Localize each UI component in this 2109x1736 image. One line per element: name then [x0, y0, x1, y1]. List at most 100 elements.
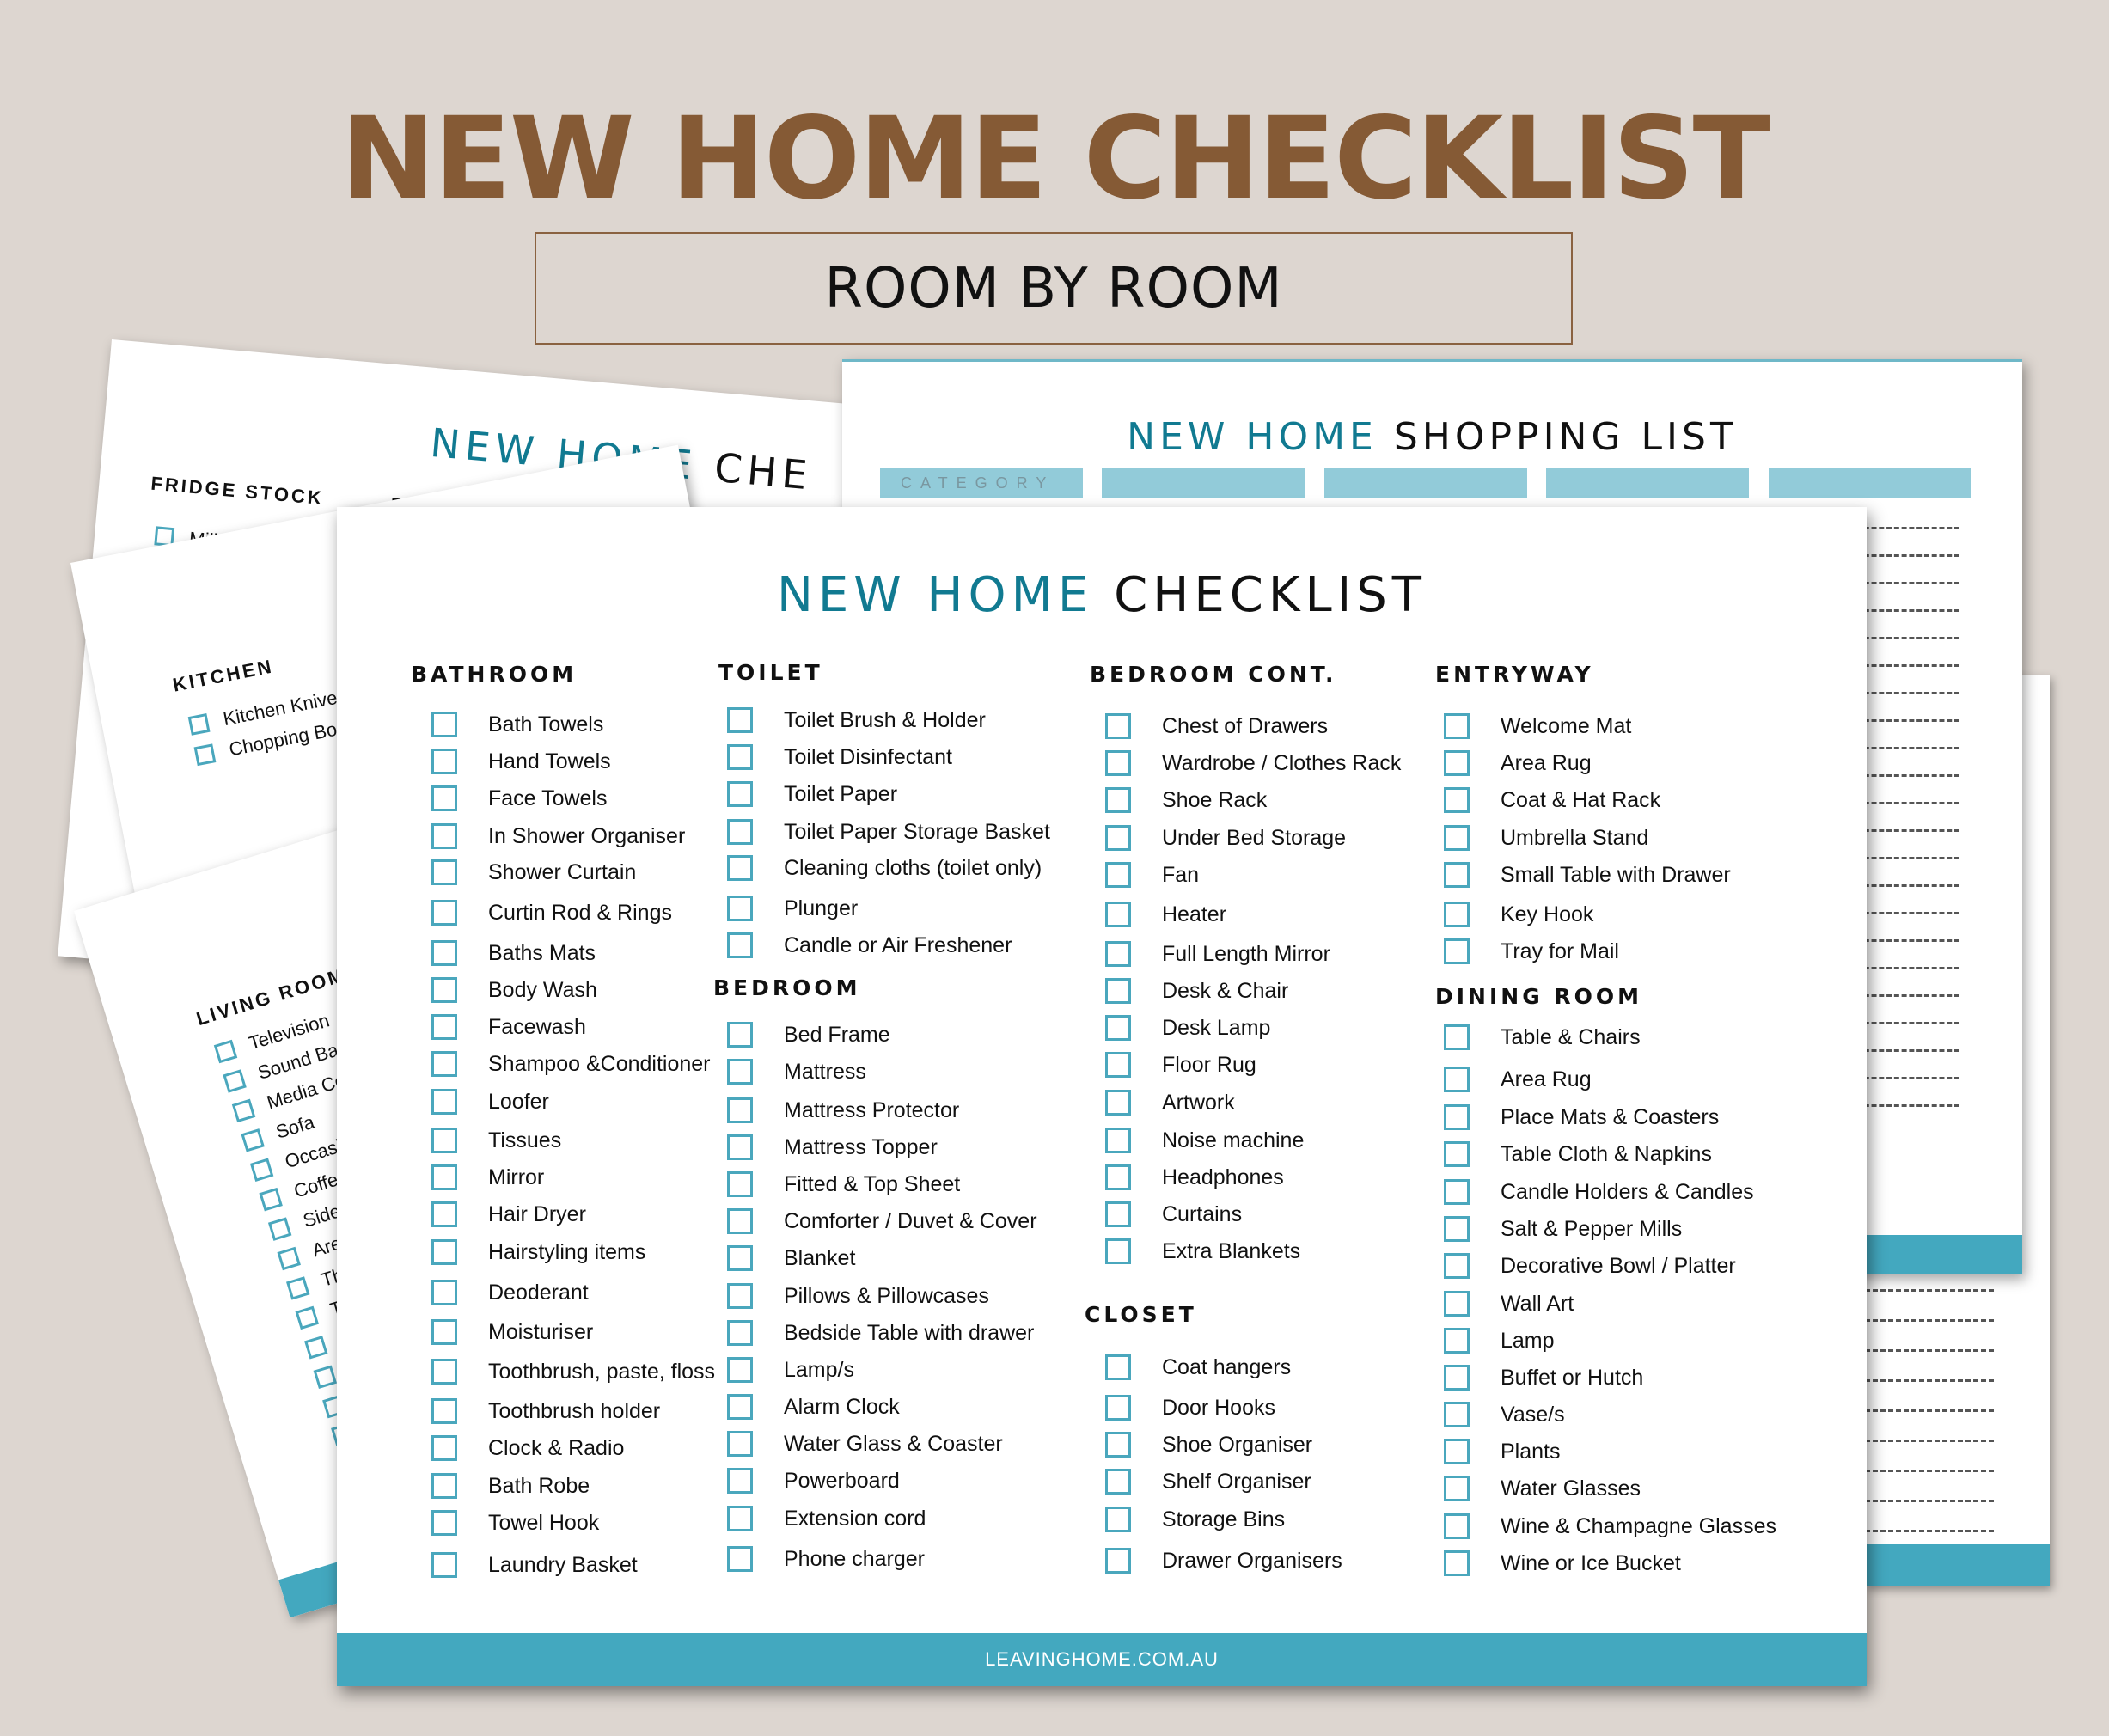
checklist-item[interactable]: Shower Curtain: [431, 857, 636, 888]
checklist-item[interactable]: Plunger: [727, 893, 858, 924]
checkbox[interactable]: [223, 1069, 247, 1093]
checkbox[interactable]: [1444, 1402, 1470, 1427]
checkbox[interactable]: [1444, 1439, 1470, 1464]
checkbox[interactable]: [431, 859, 457, 885]
checkbox[interactable]: [1105, 713, 1131, 739]
checklist-item[interactable]: Bath Robe: [431, 1470, 590, 1501]
checklist-item[interactable]: Wine & Champagne Glasses: [1444, 1511, 1776, 1542]
checklist-item[interactable]: Mirror: [431, 1162, 544, 1193]
checkbox[interactable]: [431, 977, 457, 1003]
checkbox[interactable]: [285, 1276, 310, 1300]
checkbox[interactable]: [727, 1134, 753, 1160]
checklist-item[interactable]: Table Cloth & Napkins: [1444, 1139, 1712, 1170]
checkbox[interactable]: [727, 1283, 753, 1309]
checkbox[interactable]: [304, 1336, 328, 1360]
checkbox[interactable]: [431, 785, 457, 811]
checklist-item[interactable]: Facewash: [431, 1012, 586, 1042]
checklist-item[interactable]: Hairstyling items: [431, 1237, 645, 1268]
checkbox[interactable]: [1444, 750, 1470, 776]
checkbox[interactable]: [267, 1217, 292, 1241]
checklist-item[interactable]: Bath Towels: [431, 709, 603, 740]
checkbox[interactable]: [1444, 1179, 1470, 1205]
checkbox[interactable]: [1444, 1476, 1470, 1501]
checklist-item[interactable]: Tissues: [431, 1125, 561, 1156]
checklist-item[interactable]: Candle or Air Freshener: [727, 930, 1012, 961]
checklist-item[interactable]: Bed Frame: [727, 1019, 890, 1050]
checkbox[interactable]: [1444, 1253, 1470, 1279]
checkbox[interactable]: [727, 1171, 753, 1197]
checklist-item[interactable]: Hair Dryer: [431, 1199, 586, 1230]
checkbox[interactable]: [727, 1394, 753, 1420]
checkbox[interactable]: [727, 781, 753, 807]
checklist-item[interactable]: Face Towels: [431, 783, 608, 814]
checklist-item[interactable]: Clock & Radio: [431, 1433, 624, 1464]
checklist-item[interactable]: Candle Holders & Candles: [1444, 1177, 1754, 1207]
checkbox[interactable]: [1444, 1291, 1470, 1317]
checklist-item[interactable]: Toothbrush holder: [431, 1396, 660, 1427]
checklist-item[interactable]: Extra Blankets: [1105, 1236, 1300, 1267]
checklist-item[interactable]: Table & Chairs: [1444, 1022, 1641, 1053]
checkbox[interactable]: [1105, 1128, 1131, 1153]
checkbox[interactable]: [431, 900, 457, 926]
checkbox[interactable]: [277, 1246, 301, 1271]
checklist-item[interactable]: Noise machine: [1105, 1125, 1304, 1156]
checklist-item[interactable]: Artwork: [1105, 1087, 1235, 1118]
checkbox[interactable]: [431, 1239, 457, 1265]
checkbox[interactable]: [431, 1089, 457, 1115]
checklist-item[interactable]: Wine or Ice Bucket: [1444, 1548, 1681, 1579]
checklist-item[interactable]: Fan: [1105, 859, 1199, 890]
checklist-item[interactable]: Headphones: [1105, 1162, 1284, 1193]
checklist-item[interactable]: Door Hooks: [1105, 1392, 1275, 1423]
checkbox[interactable]: [1444, 902, 1470, 927]
checkbox[interactable]: [231, 1098, 256, 1123]
checklist-item[interactable]: Wardrobe / Clothes Rack: [1105, 748, 1401, 779]
checklist-item[interactable]: Small Table with Drawer: [1444, 859, 1731, 890]
checkbox[interactable]: [241, 1128, 265, 1152]
checkbox[interactable]: [1105, 978, 1131, 1004]
checklist-item[interactable]: Coat hangers: [1105, 1352, 1291, 1383]
checkbox[interactable]: [259, 1187, 283, 1212]
checkbox[interactable]: [1105, 787, 1131, 813]
checklist-item[interactable]: Bedside Table with drawer: [727, 1317, 1034, 1348]
checklist-item[interactable]: Floor Rug: [1105, 1049, 1256, 1080]
checklist-item[interactable]: Desk & Chair: [1105, 975, 1288, 1006]
checklist-item[interactable]: Shelf Organiser: [1105, 1466, 1311, 1497]
checklist-item[interactable]: Blanket: [727, 1243, 855, 1274]
checklist-item[interactable]: Storage Bins: [1105, 1504, 1285, 1535]
checklist-item[interactable]: Area Rug: [1444, 1064, 1592, 1095]
checkbox[interactable]: [727, 1097, 753, 1123]
checklist-item[interactable]: Toothbrush, paste, floss: [431, 1356, 715, 1387]
checklist-item[interactable]: Fitted & Top Sheet: [727, 1169, 960, 1200]
checkbox[interactable]: [1105, 825, 1131, 851]
checkbox[interactable]: [727, 819, 753, 845]
checkbox[interactable]: [431, 749, 457, 774]
checklist-item[interactable]: Mattress Protector: [727, 1095, 959, 1126]
checklist-item[interactable]: Deoderant: [431, 1277, 589, 1308]
checkbox[interactable]: [1444, 1067, 1470, 1092]
checklist-item[interactable]: Decorative Bowl / Platter: [1444, 1250, 1736, 1281]
checklist-item[interactable]: Alarm Clock: [727, 1391, 900, 1422]
checkbox[interactable]: [1105, 1238, 1131, 1264]
checkbox[interactable]: [213, 1039, 238, 1064]
checkbox[interactable]: [1105, 1354, 1131, 1380]
checkbox[interactable]: [1105, 1507, 1131, 1532]
checkbox[interactable]: [1444, 1216, 1470, 1242]
checklist-item[interactable]: Coat & Hat Rack: [1444, 785, 1660, 816]
checklist-item[interactable]: Umbrella Stand: [1444, 822, 1648, 853]
checklist-item[interactable]: Vase/s: [1444, 1399, 1565, 1430]
checklist-item[interactable]: Cleaning cloths (toilet only): [727, 853, 1042, 883]
checkbox[interactable]: [431, 823, 457, 849]
checklist-item[interactable]: Lamp/s: [727, 1354, 854, 1385]
checklist-item[interactable]: Heater: [1105, 899, 1226, 930]
checkbox[interactable]: [1105, 902, 1131, 927]
checklist-item[interactable]: Moisturiser: [431, 1317, 593, 1348]
checkbox[interactable]: [1444, 938, 1470, 964]
checkbox[interactable]: [295, 1305, 319, 1330]
checklist-item[interactable]: Tray for Mail: [1444, 936, 1619, 967]
checklist-item[interactable]: Extension cord: [727, 1503, 926, 1534]
checklist-item[interactable]: Lamp: [1444, 1325, 1555, 1356]
checklist-item[interactable]: Mattress: [727, 1056, 866, 1087]
checklist-item[interactable]: Toilet Paper Storage Basket: [727, 816, 1050, 847]
checkbox[interactable]: [727, 1208, 753, 1234]
checkbox[interactable]: [431, 1398, 457, 1424]
